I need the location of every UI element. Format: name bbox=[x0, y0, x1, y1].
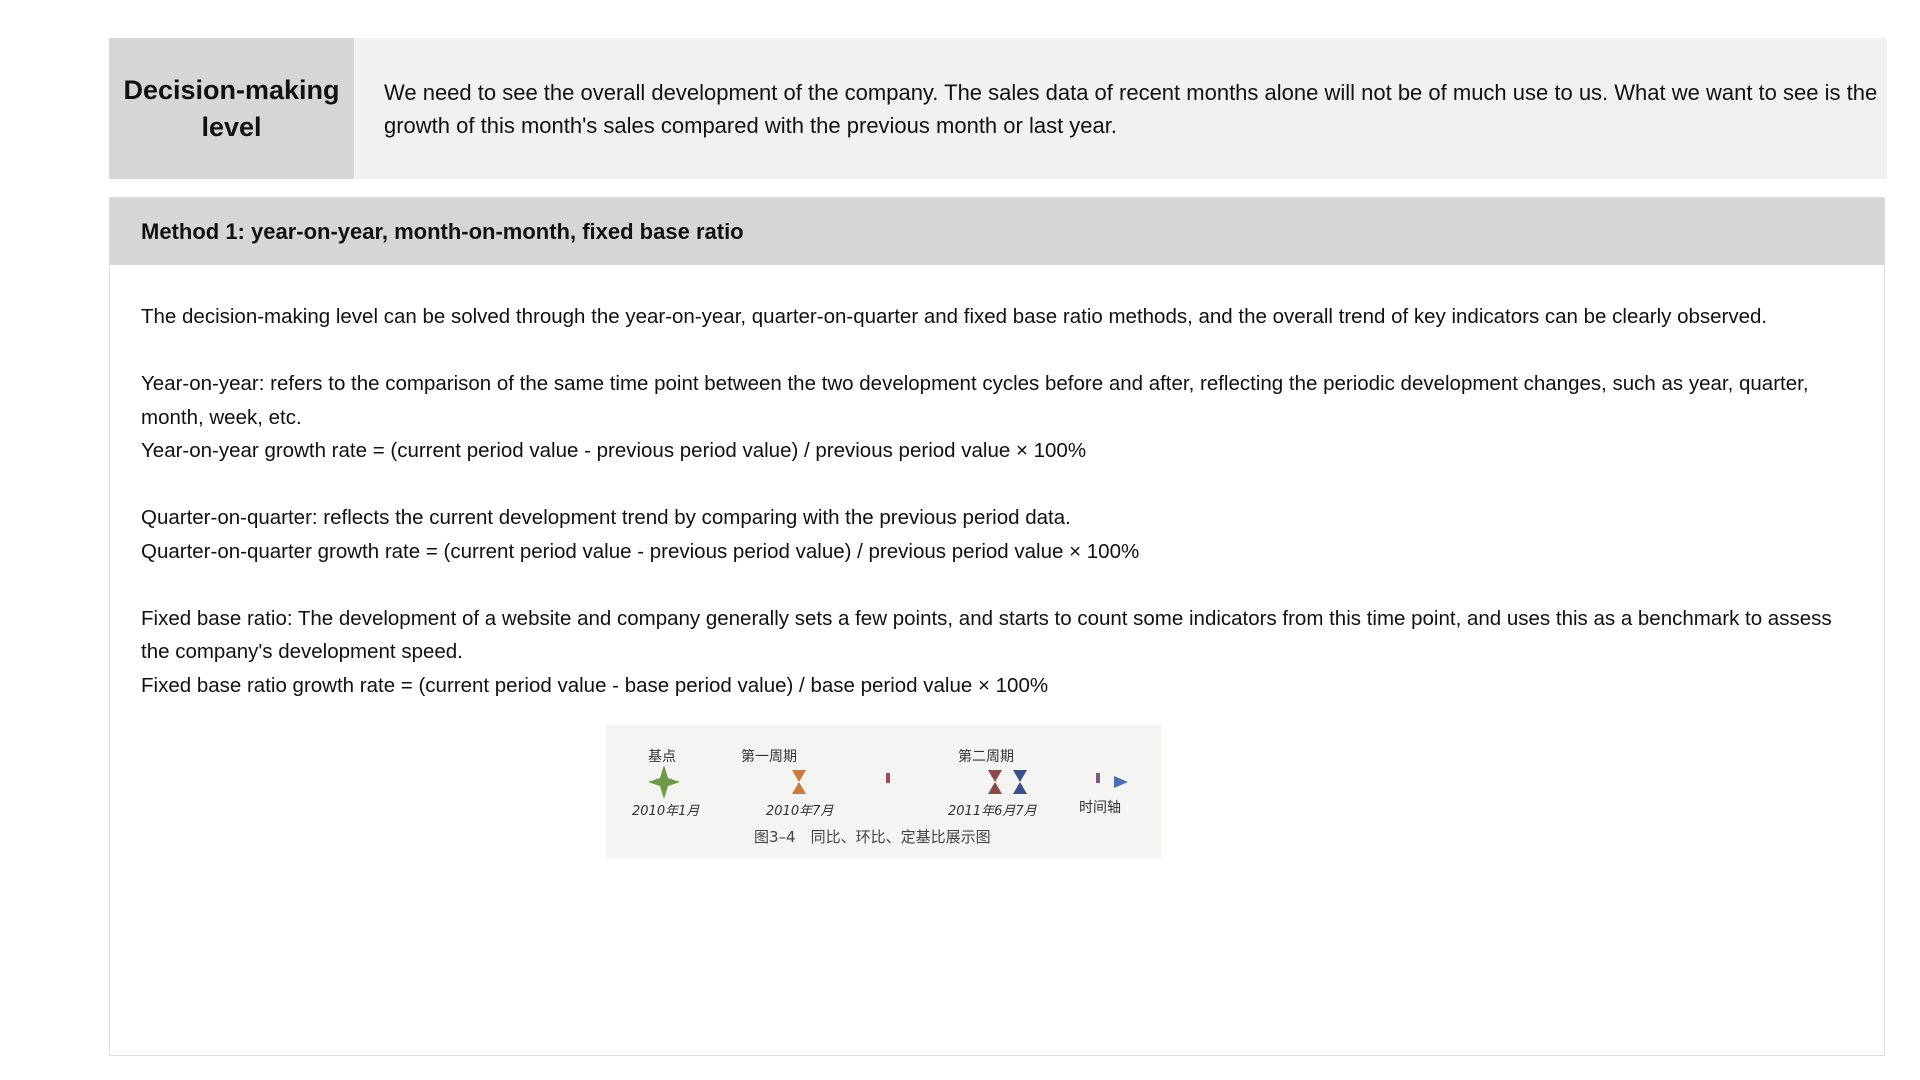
yoy-formula: Year-on-year growth rate = (current peri… bbox=[141, 439, 1087, 462]
base-point-star-icon bbox=[648, 765, 680, 799]
qoq-formula: Quarter-on-quarter growth rate = (curren… bbox=[141, 539, 1140, 563]
decision-level-label: Decision-making level bbox=[109, 38, 354, 179]
method-title: Method 1: year-on-year, month-on-month, … bbox=[110, 198, 1884, 265]
label-second-period: 第二周期 bbox=[958, 748, 1014, 765]
decision-level-panel: Decision-making level We need to see the… bbox=[109, 38, 1887, 179]
qoq-definition: Quarter-on-quarter: reflects the current… bbox=[141, 506, 1071, 529]
yoy-definition: Year-on-year: refers to the comparison o… bbox=[141, 372, 1809, 429]
date-2010-jan: 2010年1月 bbox=[632, 804, 700, 819]
label-base-point: 基点 bbox=[648, 748, 676, 765]
method-panel: Method 1: year-on-year, month-on-month, … bbox=[109, 197, 1885, 1056]
timeline-figure: 基点 第一周期 第二周期 2010年1月 2010年7月 2011年6月7月 时… bbox=[606, 725, 1161, 858]
timeline-diagram: 基点 第一周期 第二周期 2010年1月 2010年7月 2011年6月7月 时… bbox=[632, 748, 1128, 846]
time-axis-label: 时间轴 bbox=[1079, 800, 1121, 816]
date-2010-jul: 2010年7月 bbox=[766, 804, 834, 819]
time-axis-arrowhead bbox=[1114, 776, 1128, 788]
label-first-period: 第一周期 bbox=[741, 748, 797, 765]
tick-mark bbox=[886, 773, 890, 783]
method-body: The decision-making level can be solved … bbox=[110, 265, 1884, 702]
fbr-formula: Fixed base ratio growth rate = (current … bbox=[141, 673, 1049, 697]
figure-caption: 图3–4 同比、环比、定基比展示图 bbox=[754, 828, 991, 846]
tick-mark bbox=[1096, 773, 1100, 783]
method-intro: The decision-making level can be solved … bbox=[141, 305, 1768, 328]
decision-level-description: We need to see the overall development o… bbox=[384, 79, 1878, 138]
fbr-definition: Fixed base ratio: The development of a w… bbox=[141, 606, 1832, 664]
date-2011-jun-jul: 2011年6月7月 bbox=[948, 804, 1038, 819]
